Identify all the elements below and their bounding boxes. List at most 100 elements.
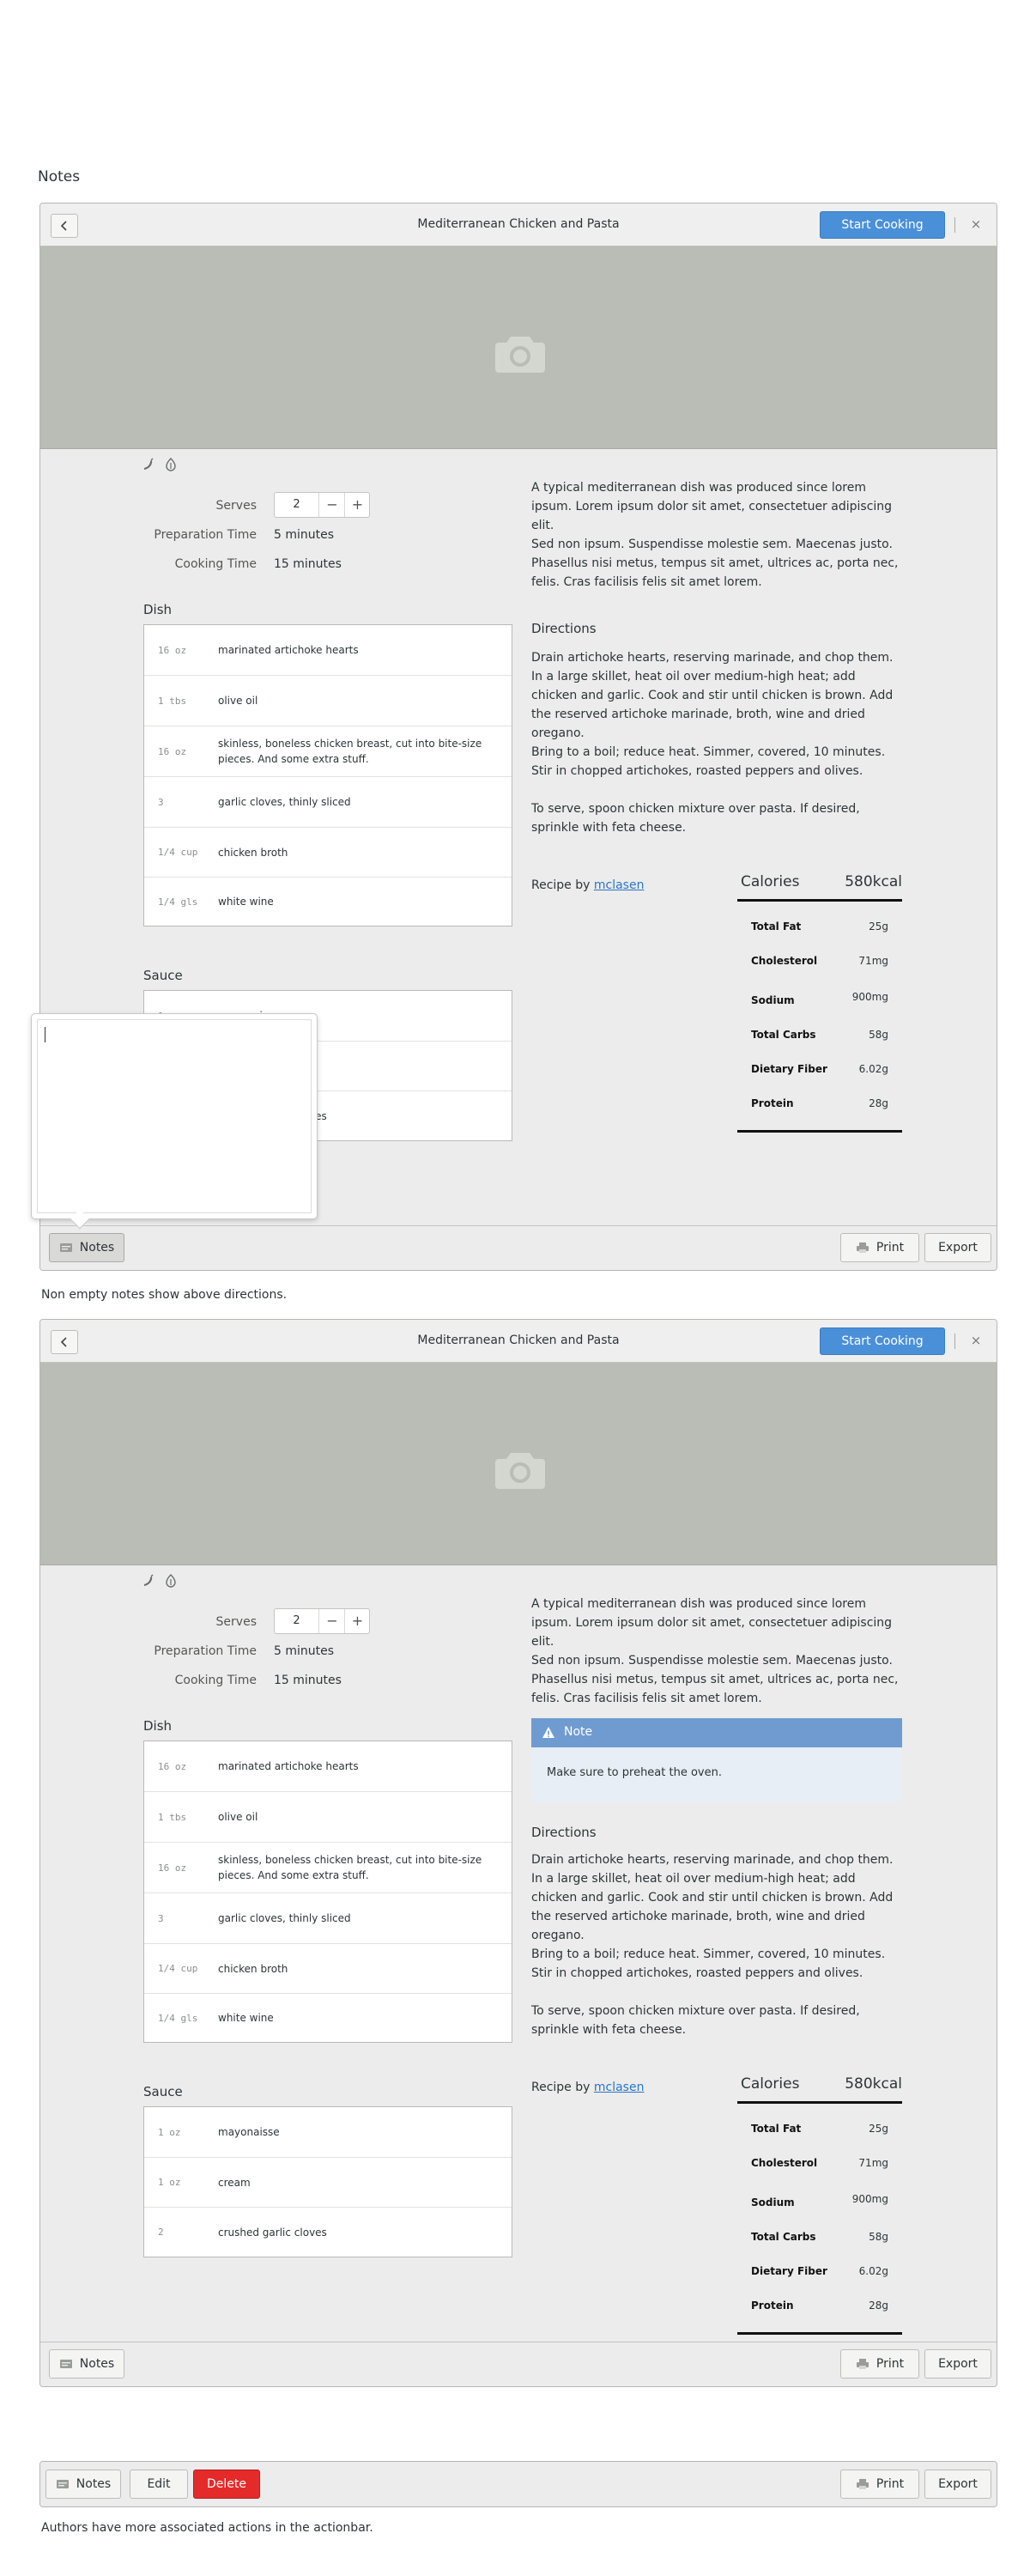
actionbar: Notes Print Export — [40, 1225, 997, 1270]
nutrient-value: 58g — [869, 1029, 888, 1041]
ingredient-qty: 2 — [158, 2227, 164, 2238]
ingredient-name: garlic cloves, thinly sliced — [218, 1912, 351, 1924]
nutrient-name: Dietary Fiber — [751, 2265, 827, 2277]
directions-title: Directions — [531, 621, 597, 636]
close-icon[interactable]: × — [967, 216, 985, 233]
ingredient-row[interactable]: 1 oz cream — [144, 2158, 512, 2208]
ingredient-row[interactable]: 1 oz mayonaisse — [144, 2107, 512, 2158]
direction-step: Drain artichoke hearts, reserving marina… — [531, 651, 894, 740]
calories-value: 580kcal — [845, 2075, 902, 2093]
ingredient-name: cream — [218, 2176, 251, 2189]
author-link[interactable]: mclasen — [594, 878, 645, 892]
close-icon[interactable]: × — [967, 1332, 985, 1349]
ingredient-row[interactable]: 1/4 cup chicken broth — [144, 828, 512, 878]
ingredient-qty: 16 oz — [158, 644, 187, 656]
nutrient-name: Cholesterol — [751, 2157, 818, 2169]
ingredient-name: garlic cloves, thinly sliced — [218, 796, 351, 808]
edit-button[interactable]: Edit — [130, 2470, 188, 2499]
calories-header: Calories 580kcal — [737, 872, 902, 901]
description-paragraph: Sed non ipsum. Suspendisse molestie sem.… — [531, 538, 899, 589]
export-button[interactable]: Export — [924, 1233, 991, 1262]
increase-icon[interactable]: + — [345, 493, 370, 517]
ingredient-qty: 3 — [158, 796, 164, 808]
notes-textarea[interactable] — [37, 1019, 312, 1213]
direction-step: To serve, spoon chicken mixture over pas… — [531, 2004, 860, 2037]
print-button[interactable]: Print — [840, 1233, 919, 1262]
delete-button[interactable]: Delete — [193, 2470, 260, 2499]
ingredient-row[interactable]: 3 garlic cloves, thinly sliced — [144, 1893, 512, 1944]
serves-value[interactable]: 2 — [275, 1609, 319, 1633]
ingredient-row[interactable]: 16 oz skinless, boneless chicken breast, … — [144, 726, 512, 777]
ingredient-qty: 3 — [158, 1912, 164, 1924]
ingredient-qty: 16 oz — [158, 1862, 187, 1874]
ingredient-row[interactable]: 1/4 cup chicken broth — [144, 1944, 512, 1994]
ingredient-row[interactable]: 1/4 gls white wine — [144, 1994, 512, 2042]
ingredient-row[interactable]: 16 oz marinated artichoke hearts — [144, 625, 512, 676]
notes-popover — [31, 1013, 318, 1230]
notes-button[interactable]: Notes — [49, 2349, 124, 2379]
prep-time-label: Preparation Time — [154, 528, 257, 542]
nutrient-name: Sodium — [751, 2196, 795, 2208]
ingredient-row[interactable]: 3 garlic cloves, thinly sliced — [144, 777, 512, 828]
nutrition-facts: Total Fat 25g Cholesterol 71mg Sodium 900mg… — [737, 899, 902, 1133]
decrease-icon[interactable]: − — [320, 1609, 345, 1633]
serves-stepper[interactable]: 2 − + — [274, 1608, 370, 1634]
export-button[interactable]: Export — [924, 2470, 991, 2499]
nutrient-value: 58g — [869, 2231, 888, 2243]
author-link[interactable]: mclasen — [594, 2081, 645, 2094]
nutrient-name: Total Fat — [751, 920, 802, 933]
vegetarian-icon — [164, 458, 178, 475]
ingredient-name: marinated artichoke hearts — [218, 644, 359, 656]
note-title: Note — [564, 1725, 593, 1739]
nutrient-name: Total Carbs — [751, 1029, 816, 1041]
nutrient-value: 71mg — [858, 2157, 888, 2169]
direction-step: Bring to a boil; reduce heat. Simmer, co… — [531, 1947, 886, 1980]
start-cooking-button[interactable]: Start Cooking — [820, 1327, 945, 1355]
ingredient-row[interactable]: 1 tbs olive oil — [144, 676, 512, 726]
direction-step: Bring to a boil; reduce heat. Simmer, co… — [531, 745, 886, 778]
ingredient-qty: 1/4 gls — [158, 2012, 198, 2024]
decrease-icon[interactable]: − — [320, 493, 345, 517]
ingredient-row[interactable]: 1 tbs olive oil — [144, 1792, 512, 1843]
ingredient-row[interactable]: 1/4 gls white wine — [144, 878, 512, 926]
sauce-section-title: Sauce — [143, 968, 183, 983]
print-button[interactable]: Print — [840, 2470, 919, 2499]
serves-label: Serves — [215, 1615, 257, 1629]
ingredient-name: olive oil — [218, 695, 258, 707]
serves-value[interactable]: 2 — [275, 493, 319, 517]
dish-section-title: Dish — [143, 1718, 173, 1734]
print-button[interactable]: Print — [840, 2349, 919, 2379]
recipe-tags — [142, 1574, 178, 1591]
nutrient-value: 25g — [869, 2123, 888, 2135]
start-cooking-button[interactable]: Start Cooking — [820, 211, 945, 239]
notes-button[interactable]: Notes — [49, 1233, 124, 1262]
notes-button[interactable]: Notes — [45, 2470, 121, 2499]
recipe-window-2: Mediterranean Chicken and Pasta Start Co… — [39, 1319, 997, 2387]
ingredient-qty: 1 oz — [158, 2177, 181, 2188]
ingredient-qty: 1/4 cup — [158, 847, 198, 858]
ingredient-name: mayonaisse — [218, 2126, 280, 2138]
export-button[interactable]: Export — [924, 2349, 991, 2379]
author-actionbar-example: Notes Edit Delete Print Export — [39, 2461, 997, 2507]
notes-icon — [59, 2360, 72, 2368]
increase-icon[interactable]: + — [345, 1609, 370, 1633]
ingredient-row[interactable]: 16 oz marinated artichoke hearts — [144, 1741, 512, 1792]
cook-time-label: Cooking Time — [174, 1674, 257, 1687]
ingredient-row[interactable]: 16 oz skinless, boneless chicken breast, … — [144, 1843, 512, 1893]
serves-stepper[interactable]: 2 − + — [274, 492, 370, 518]
notes-label: Notes — [79, 2357, 115, 2371]
ingredient-row[interactable]: 2 crushed garlic cloves — [144, 2208, 512, 2257]
nutrient-name: Total Carbs — [751, 2231, 816, 2243]
dish-ingredient-list: 16 oz marinated artichoke hearts 1 tbs oli… — [143, 624, 512, 927]
direction-step: To serve, spoon chicken mixture over pas… — [531, 802, 860, 835]
caption-non-empty-notes: Non empty notes show above directions. — [41, 1288, 288, 1302]
serves-label: Serves — [215, 499, 257, 513]
ingredient-name: white wine — [218, 896, 274, 908]
page-heading: Notes — [38, 168, 81, 185]
ingredient-qty: 1/4 gls — [158, 896, 198, 908]
headerbar-separator — [954, 217, 955, 233]
camera-icon — [495, 1453, 545, 1489]
print-label: Print — [876, 2357, 905, 2371]
cook-time-label: Cooking Time — [174, 557, 257, 571]
ingredient-name: olive oil — [218, 1811, 258, 1823]
